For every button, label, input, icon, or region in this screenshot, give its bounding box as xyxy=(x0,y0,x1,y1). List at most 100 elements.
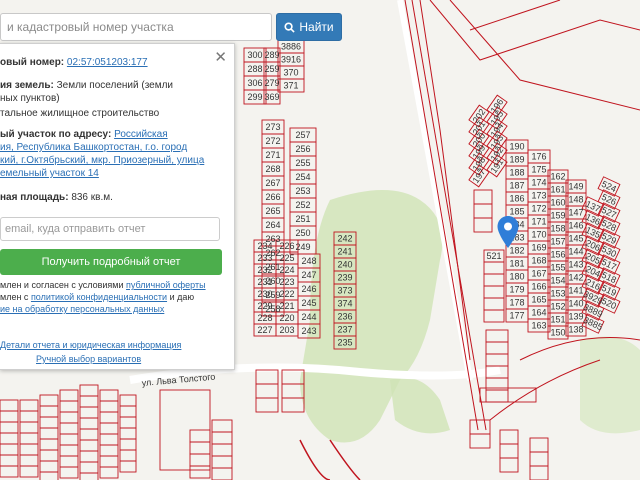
plot-number: 145 xyxy=(568,234,583,244)
offer-link[interactable]: публичной оферты xyxy=(126,280,206,290)
plot-number: 268 xyxy=(265,164,280,174)
manual-select-link[interactable]: Ручной выбор вариантов xyxy=(36,354,141,364)
plot-number: 244 xyxy=(301,312,316,322)
plot-number: 241 xyxy=(337,247,352,257)
location-pin-icon[interactable] xyxy=(496,215,520,249)
plot-number: 235 xyxy=(337,338,352,348)
plot-number: 240 xyxy=(337,260,352,270)
plot-number: 236 xyxy=(337,312,352,322)
plot-number: 279 xyxy=(264,78,279,88)
plot-number: 373 xyxy=(337,286,352,296)
plot-number: 221 xyxy=(279,301,294,311)
plot-number: 273 xyxy=(265,122,280,132)
get-report-button[interactable]: Получить подробный отчет xyxy=(0,249,222,275)
plot-number: 140 xyxy=(568,299,583,309)
plot-number: 265 xyxy=(265,206,280,216)
privacy-link[interactable]: политикой конфиденциальности xyxy=(31,292,167,302)
cadastral-number-link[interactable]: 02:57:051203:177 xyxy=(67,57,148,68)
search-icon xyxy=(284,21,296,33)
plot-number: 160 xyxy=(550,198,565,208)
plot-number: 266 xyxy=(265,192,280,202)
plot-number: 186 xyxy=(509,194,524,204)
consent-text: млен и согласен с условиями публичной оф… xyxy=(0,279,225,315)
plot-number: 226 xyxy=(279,241,294,251)
plot-number: 174 xyxy=(531,178,546,188)
plot-number: 306 xyxy=(247,78,262,88)
cadastral-label: овый номер: xyxy=(0,57,65,68)
plot-number: 271 xyxy=(265,150,280,160)
plot-number: 232 xyxy=(257,265,272,275)
plot-number: 158 xyxy=(550,224,565,234)
plot-number: 521 xyxy=(486,251,501,261)
plot-number: 150 xyxy=(550,328,565,338)
plot-number: 230 xyxy=(257,289,272,299)
plot-number: 253 xyxy=(295,186,310,196)
plot-number: 374 xyxy=(337,299,352,309)
plot-number: 222 xyxy=(279,289,294,299)
plot-number: 272 xyxy=(265,136,280,146)
plot-number: 138 xyxy=(568,325,583,335)
plot-number: 256 xyxy=(295,144,310,154)
consent-line2: млен с xyxy=(0,292,29,302)
plot-number: 139 xyxy=(568,312,583,322)
plot-number: 257 xyxy=(295,130,310,140)
plot-number: 245 xyxy=(301,298,316,308)
address-link-2[interactable]: ия, Республика Башкортостан, г.о. город xyxy=(0,142,187,153)
plot-number: 3886 xyxy=(281,42,301,52)
address-link-3[interactable]: кий, г.Октябрьский, мкр. Приозерный, ули… xyxy=(0,155,204,166)
plot-number: 250 xyxy=(295,228,310,238)
address-link-4[interactable]: емельный участок 14 xyxy=(0,168,99,179)
address-link-1[interactable]: Российская xyxy=(114,129,168,140)
consent-line1: млен и согласен с условиями xyxy=(0,280,124,290)
plot-number: 171 xyxy=(531,217,546,227)
plot-number: 300 xyxy=(247,50,262,60)
plot-number: 157 xyxy=(550,237,565,247)
details-link[interactable]: Детали отчета и юридическая информация xyxy=(0,340,181,350)
plot-number: 189 xyxy=(509,155,524,165)
plot-number: 149 xyxy=(568,182,583,192)
plot-number: 190 xyxy=(509,142,524,152)
plot-number: 371 xyxy=(283,81,298,91)
plot-number: 163 xyxy=(531,321,546,331)
plot-number: 143 xyxy=(568,260,583,270)
close-icon[interactable]: ✕ xyxy=(214,50,227,65)
plot-number: 227 xyxy=(257,325,272,335)
area-value: 836 кв.м. xyxy=(71,192,113,203)
plot-number: 175 xyxy=(531,165,546,175)
personal-data-link[interactable]: ие на обработку персональных данных xyxy=(0,304,164,314)
plot-number: 237 xyxy=(337,325,352,335)
plot-number: 229 xyxy=(257,301,272,311)
plot-number: 188 xyxy=(509,168,524,178)
plot-number: 156 xyxy=(550,250,565,260)
plot-number: 223 xyxy=(279,277,294,287)
plot-number: 187 xyxy=(509,181,524,191)
plot-number: 154 xyxy=(550,276,565,286)
plot-number: 179 xyxy=(509,285,524,295)
category-label: ия земель: xyxy=(0,80,54,91)
plot-number: 177 xyxy=(509,311,524,321)
plot-number: 180 xyxy=(509,272,524,282)
find-button[interactable]: Найти xyxy=(276,13,342,41)
email-input[interactable] xyxy=(1,218,219,240)
find-button-label: Найти xyxy=(299,20,334,34)
plot-number: 203 xyxy=(279,325,294,335)
plot-number: 172 xyxy=(531,204,546,214)
plot-number: 225 xyxy=(279,253,294,263)
plot-number: 155 xyxy=(550,263,565,273)
plot-number: 167 xyxy=(531,269,546,279)
plot-number: 166 xyxy=(531,282,546,292)
plot-number: 153 xyxy=(550,289,565,299)
search-input[interactable] xyxy=(1,14,271,40)
green-area xyxy=(580,336,640,434)
plot-number: 152 xyxy=(550,302,565,312)
plot-number: 246 xyxy=(301,284,316,294)
plot-number: 231 xyxy=(257,277,272,287)
plot-number: 251 xyxy=(295,214,310,224)
search-box xyxy=(0,13,272,41)
plot-number: 142 xyxy=(568,273,583,283)
plot-number: 148 xyxy=(568,195,583,205)
plot-number: 141 xyxy=(568,286,583,296)
area-label: ная площадь: xyxy=(0,192,69,203)
plot-number: 144 xyxy=(568,247,583,257)
plot-number: 369 xyxy=(264,92,279,102)
